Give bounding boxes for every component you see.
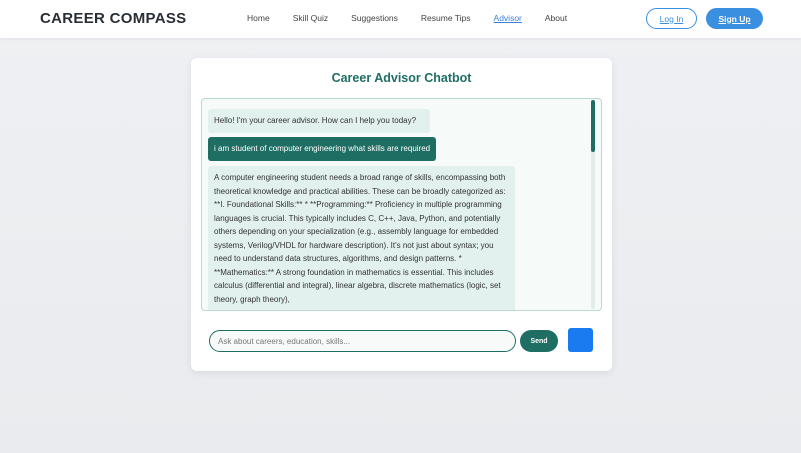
bot-message: A computer engineering student needs a b… [208, 166, 515, 310]
send-button[interactable]: Send [520, 330, 558, 352]
user-message: i am student of computer engineering wha… [208, 137, 437, 161]
nav-resume-tips[interactable]: Resume Tips [421, 13, 471, 23]
chatbot-title: Career Advisor Chatbot [331, 71, 472, 85]
chat-scrollbar[interactable] [591, 100, 595, 309]
nav-about[interactable]: About [545, 13, 567, 23]
chat-messages[interactable]: Hello! I'm your career advisor. How can … [201, 98, 602, 311]
microphone-button[interactable] [568, 328, 593, 352]
login-button[interactable]: Log In [646, 8, 697, 29]
navbar: CAREER COMPASS Home Skill Quiz Suggestio… [0, 0, 801, 38]
nav-skill-quiz[interactable]: Skill Quiz [293, 13, 328, 23]
bot-message: Hello! I'm your career advisor. How can … [208, 109, 430, 133]
chatbot-card: Career Advisor Chatbot Hello! I'm your c… [191, 58, 612, 371]
nav-suggestions[interactable]: Suggestions [351, 13, 398, 23]
nav-home[interactable]: Home [247, 13, 270, 23]
nav-advisor[interactable]: Advisor [494, 13, 522, 23]
chat-input[interactable] [209, 330, 516, 352]
brand-logo[interactable]: CAREER COMPASS [40, 10, 186, 27]
nav-links: Home Skill Quiz Suggestions Resume Tips … [247, 13, 590, 23]
chat-scrollbar-thumb[interactable] [591, 100, 595, 152]
signup-button[interactable]: Sign Up [706, 8, 763, 29]
